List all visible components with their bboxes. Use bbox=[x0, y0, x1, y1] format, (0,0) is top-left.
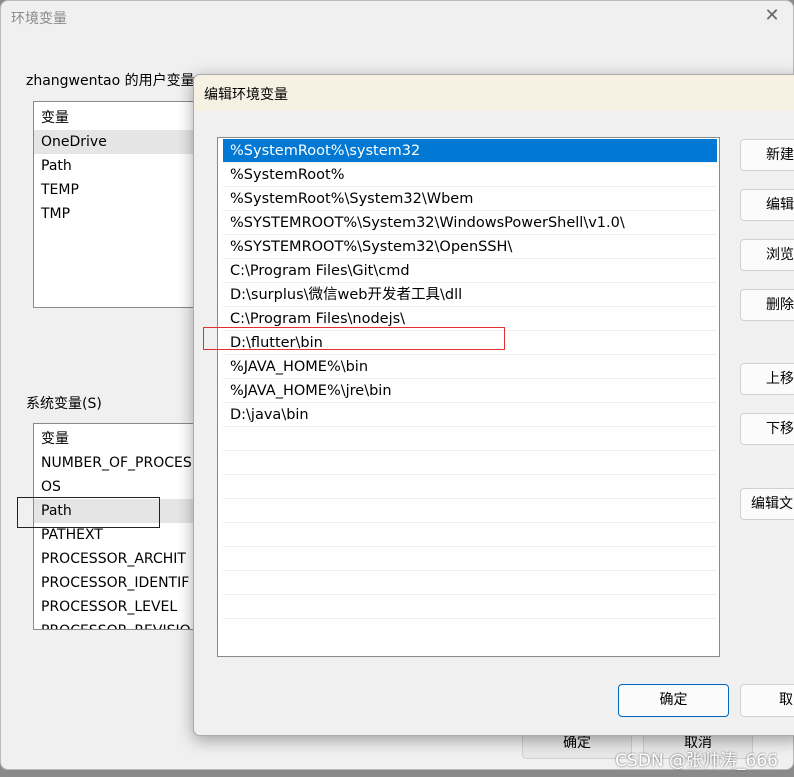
list-item[interactable]: PROCESSOR_IDENTIF bbox=[34, 571, 212, 595]
column-header[interactable]: 变量 bbox=[34, 427, 212, 451]
list-item[interactable]: TEMP bbox=[34, 178, 212, 202]
empty-row[interactable] bbox=[223, 571, 717, 595]
cancel-button[interactable]: 取 bbox=[740, 684, 794, 717]
edit-environment-variable-dialog: 编辑环境变量 %SystemRoot%\system32 %SystemRoot%… bbox=[193, 74, 794, 736]
empty-row[interactable] bbox=[223, 499, 717, 523]
path-entry[interactable]: %SYSTEMROOT%\System32\OpenSSH\ bbox=[223, 235, 717, 259]
path-entries-list[interactable]: %SystemRoot%\system32 %SystemRoot% %System… bbox=[217, 137, 720, 657]
ok-button[interactable]: 确定 bbox=[618, 684, 729, 717]
path-entry[interactable]: %SystemRoot%\System32\Wbem bbox=[223, 187, 717, 211]
path-entry[interactable]: %JAVA_HOME%\jre\bin bbox=[223, 379, 717, 403]
edit-button[interactable]: 编辑 bbox=[740, 189, 794, 221]
browse-button[interactable]: 浏览 bbox=[740, 239, 794, 271]
empty-row[interactable] bbox=[223, 451, 717, 475]
flutter-highlight-box bbox=[203, 327, 505, 350]
delete-button[interactable]: 删除 bbox=[740, 289, 794, 321]
list-item[interactable]: TMP bbox=[34, 202, 212, 226]
path-entry[interactable]: D:\java\bin bbox=[223, 403, 717, 427]
path-entry[interactable]: %SystemRoot%\system32 bbox=[223, 139, 717, 163]
path-entry[interactable]: %SystemRoot% bbox=[223, 163, 717, 187]
path-entry[interactable]: %SYSTEMROOT%\System32\WindowsPowerShell\… bbox=[223, 211, 717, 235]
list-item[interactable]: OneDrive bbox=[34, 130, 212, 154]
new-button[interactable]: 新建 bbox=[740, 139, 794, 171]
dialog-title: 编辑环境变量 bbox=[194, 75, 794, 111]
empty-row[interactable] bbox=[223, 595, 717, 619]
list-item[interactable]: PROCESSOR_REVISIO bbox=[34, 619, 212, 629]
user-vars-list[interactable]: 变量 OneDrive Path TEMP TMP bbox=[33, 101, 213, 308]
empty-row[interactable] bbox=[223, 427, 717, 451]
empty-row[interactable] bbox=[223, 547, 717, 571]
path-entry[interactable]: C:\Program Files\Git\cmd bbox=[223, 259, 717, 283]
list-item[interactable]: PROCESSOR_LEVEL bbox=[34, 595, 212, 619]
column-header[interactable]: 变量 bbox=[34, 106, 212, 130]
close-icon[interactable]: ✕ bbox=[762, 6, 782, 26]
path-entry[interactable]: D:\surplus\微信web开发者工具\dll bbox=[223, 283, 717, 307]
user-vars-group-label: zhangwentao 的用户变量 bbox=[26, 73, 195, 89]
move-down-button[interactable]: 下移 bbox=[740, 413, 794, 445]
list-item[interactable]: Path bbox=[34, 154, 212, 178]
watermark: CSDN @张帅涛_666 bbox=[615, 751, 778, 771]
list-item[interactable]: PROCESSOR_ARCHIT bbox=[34, 547, 212, 571]
list-item[interactable]: NUMBER_OF_PROCES bbox=[34, 451, 212, 475]
empty-row[interactable] bbox=[223, 475, 717, 499]
dialog-title: 环境变量 bbox=[11, 11, 67, 27]
empty-row[interactable] bbox=[223, 523, 717, 547]
edit-text-button[interactable]: 编辑文 bbox=[740, 488, 794, 520]
path-highlight-box bbox=[17, 497, 160, 528]
system-vars-group-label: 系统变量(S) bbox=[26, 396, 102, 412]
path-entry[interactable]: %JAVA_HOME%\bin bbox=[223, 355, 717, 379]
move-up-button[interactable]: 上移 bbox=[740, 363, 794, 395]
list-item[interactable]: OS bbox=[34, 475, 212, 499]
